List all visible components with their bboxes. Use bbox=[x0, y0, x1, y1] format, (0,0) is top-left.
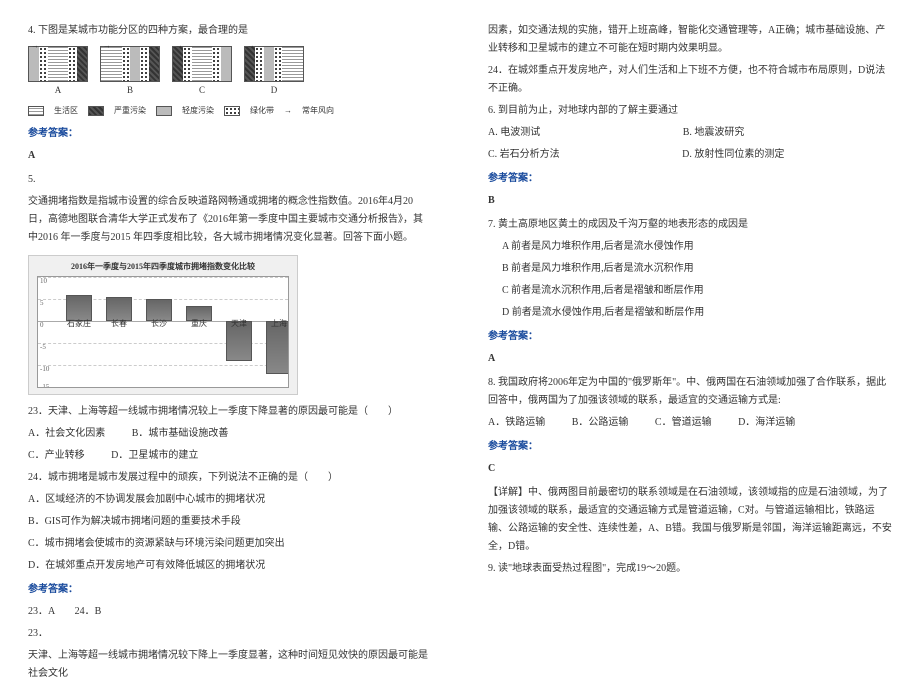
q24-opt-d: D．在城郊重点开发房地产可有效降低城区的拥堵状况 bbox=[28, 557, 432, 575]
chart-area: 10 5 0 -5 -10 -15 石家庄 长春 长沙 重庆 天津 上海 bbox=[37, 276, 289, 388]
q8-answer-label: 参考答案： bbox=[488, 438, 892, 456]
q6-answer: B bbox=[488, 192, 892, 210]
q7-answer: A bbox=[488, 350, 892, 368]
diagram-d: → D bbox=[244, 46, 304, 98]
q5-answer-label: 参考答案： bbox=[28, 581, 432, 599]
q24-opt-c: C．城市拥堵会使城市的资源紧缺与环境污染问题更加突出 bbox=[28, 535, 432, 553]
congestion-chart: 2016年一季度与2015年四季度城市拥堵指数变化比较 10 5 0 -5 -1… bbox=[28, 255, 298, 395]
q7-answer-label: 参考答案： bbox=[488, 328, 892, 346]
q5-number: 5. bbox=[28, 171, 432, 189]
q7-opt-d: D 前者是流水侵蚀作用,后者是褶皱和断层作用 bbox=[502, 304, 892, 322]
q8-prompt: 8. 我国政府将2006年定为中国的"俄罗斯年"。中、俄两国在石油领域加强了合作… bbox=[488, 374, 892, 410]
q24-opt-b: B．GIS可作为解决城市拥堵问题的重要技术手段 bbox=[28, 513, 432, 531]
q8-explanation: 【详解】中、俄两图目前最密切的联系领域是在石油领域，该领域指的应是石油领域，为了… bbox=[488, 484, 892, 556]
q23-prompt: 23．天津、上海等超一线城市拥堵情况较上一季度下降显著的原因最可能是（ ） bbox=[28, 403, 432, 421]
q4-diagrams: → A → B → bbox=[28, 46, 432, 98]
chart-title: 2016年一季度与2015年四季度城市拥堵指数变化比较 bbox=[33, 260, 293, 274]
q5-context: 交通拥堵指数是指城市设置的综合反映道路网畅通或拥堵的概念性指数值。2016年4月… bbox=[28, 193, 432, 247]
q24-opt-a: A．区域经济的不协调发展会加剧中心城市的拥堵状况 bbox=[28, 491, 432, 509]
q5-answer-line: 23．A 24．B bbox=[28, 603, 432, 621]
q8-answer: C bbox=[488, 460, 892, 478]
q5-cont-line1: 因素，如交通法规的实施，错开上班高峰，智能化交通管理等，A正确；城市基础设施、产… bbox=[488, 22, 892, 58]
q6-options-ab: A. 电波测试 B. 地震波研究 bbox=[488, 124, 892, 142]
q6-prompt: 6. 到目前为止，对地球内部的了解主要通过 bbox=[488, 102, 892, 120]
diagram-b: → B bbox=[100, 46, 160, 98]
q24-prompt: 24．城市拥堵是城市发展过程中的顽疾，下列说法不正确的是（ ） bbox=[28, 469, 432, 487]
q9-prompt: 9. 读"地球表面受热过程图"，完成19～20题。 bbox=[488, 560, 892, 578]
q4-answer-label: 参考答案： bbox=[28, 125, 432, 143]
q7-opt-b: B 前者是风力堆积作用,后者是流水沉积作用 bbox=[502, 260, 892, 278]
q4-answer: A bbox=[28, 147, 432, 165]
q6-options-cd: C. 岩石分析方法 D. 放射性同位素的测定 bbox=[488, 146, 892, 164]
q7-opt-c: C 前者是流水沉积作用,后者是褶皱和断层作用 bbox=[502, 282, 892, 300]
q23-options-ab: A．社会文化因素 B．城市基础设施改善 bbox=[28, 425, 432, 443]
q7-opt-a: A 前者是风力堆积作用,后者是流水侵蚀作用 bbox=[502, 238, 892, 256]
q4-legend: 生活区 严重污染 轻度污染 绿化带 →常年风向 bbox=[28, 104, 432, 118]
q8-options: A．铁路运输 B．公路运输 C．管道运输 D．海洋运输 bbox=[488, 414, 892, 432]
q7-prompt: 7. 黄土高原地区黄土的成因及千沟万壑的地表形态的成因是 bbox=[488, 216, 892, 234]
q5-cont-line2: 24．在城郊重点开发房地产，对人们生活和上下班不方便，也不符合城市布局原则，D说… bbox=[488, 62, 892, 98]
diagram-a: → A bbox=[28, 46, 88, 98]
q4-prompt: 4. 下图是某城市功能分区的四种方案，最合理的是 bbox=[28, 22, 432, 40]
q5-exp-num: 23． bbox=[28, 625, 432, 643]
q23-options-cd: C．产业转移 D．卫星城市的建立 bbox=[28, 447, 432, 465]
diagram-c: → C bbox=[172, 46, 232, 98]
q5-explanation: 天津、上海等超一线城市拥堵情况较下降上一季度显著，这种时间短见效快的原因最可能是… bbox=[28, 647, 432, 683]
q6-answer-label: 参考答案： bbox=[488, 170, 892, 188]
